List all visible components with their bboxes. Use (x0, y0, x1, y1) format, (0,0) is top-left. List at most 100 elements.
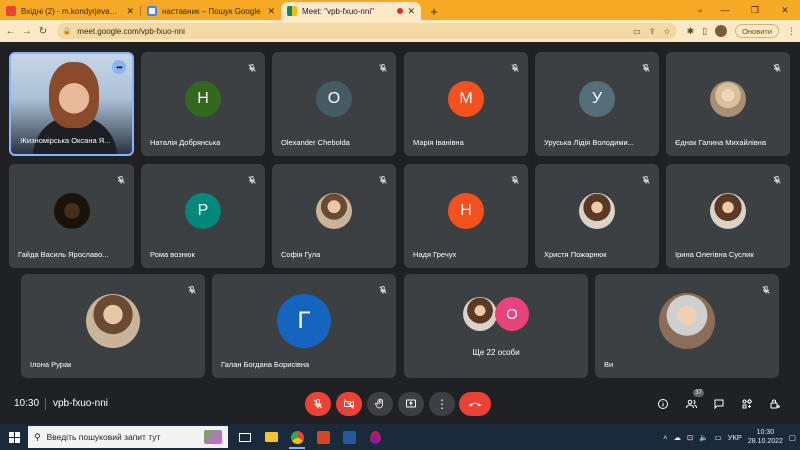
activities-icon (742, 398, 753, 409)
mic-off-icon (116, 172, 126, 184)
chat-button[interactable] (710, 395, 728, 413)
meeting-time: 10:30 (14, 398, 40, 409)
language-indicator[interactable]: УКР (728, 433, 742, 442)
participant-name: Єднак Галина Михайлівна (675, 138, 767, 147)
chrome-icon[interactable] (284, 424, 310, 450)
tab-search-icon[interactable]: ⌄ (696, 4, 704, 15)
hand-icon (375, 398, 383, 409)
participant-tile[interactable]: М Марія Іванівна (404, 52, 528, 156)
participant-photo-avatar (86, 293, 140, 348)
participant-count-badge: 37 (693, 389, 704, 397)
host-controls-button[interactable] (766, 395, 784, 413)
restore-icon[interactable]: ❐ (740, 0, 770, 20)
forward-arrow-icon[interactable]: → (20, 23, 33, 39)
address-bar[interactable]: 🔒 meet.google.com/vpb-fxuo-nni ▭ ⇪ ☆ (56, 23, 677, 39)
participant-name: Христя Пожарнюк (544, 250, 607, 259)
participant-name: Уруська Лідія Володими... (544, 138, 634, 147)
window-close-icon[interactable]: ✕ (770, 0, 800, 20)
vertical-dots-icon: ⋮ (436, 397, 448, 411)
self-video-face (49, 62, 99, 128)
close-icon[interactable]: ✕ (407, 6, 415, 17)
tab-meet[interactable]: Meet: "vpb-fxuo-nni" ✕ (281, 2, 421, 20)
notifications-icon[interactable]: ▢ (789, 433, 796, 442)
participant-tile[interactable]: Н Надя Гречух (404, 164, 528, 268)
participant-tile[interactable]: Гайда Василь Ярославо... (9, 164, 134, 268)
taskbar-clock[interactable]: 10:30 28.10.2022 (748, 428, 783, 446)
share-icon[interactable]: ⇪ (649, 27, 656, 36)
app-drop-icon[interactable] (362, 424, 388, 450)
extensions-icon[interactable]: ✱ (687, 26, 695, 37)
participant-photo-avatar (710, 80, 746, 117)
clock-date: 28.10.2022 (747, 438, 783, 445)
side-panel-icon[interactable]: ▯ (702, 26, 707, 37)
camera-permission-icon[interactable]: ▭ (633, 27, 641, 36)
lock-icon[interactable]: 🔒 (63, 27, 72, 35)
you-tile[interactable]: Ви (595, 274, 779, 378)
chevron-up-icon[interactable]: ˄ (663, 433, 667, 442)
participant-tile[interactable]: Г Галан Богдана Борисівна (212, 274, 396, 378)
bookmark-star-icon[interactable]: ☆ (663, 27, 670, 36)
mic-toggle-button[interactable] (305, 392, 331, 416)
participant-tile[interactable]: Ірина Олегівна Суслик (666, 164, 790, 268)
participant-tile[interactable]: Єднак Галина Михайлівна (666, 52, 790, 156)
file-explorer-icon[interactable] (258, 424, 284, 450)
activities-button[interactable] (738, 395, 756, 413)
self-view-tile[interactable]: ••• Жизномірська Оксана Я... (9, 52, 134, 156)
menu-dots-icon[interactable]: ⋮ (787, 26, 796, 37)
more-options-button[interactable]: ⋮ (429, 392, 455, 416)
participant-initial-avatar: М (448, 80, 484, 117)
raise-hand-button[interactable] (367, 392, 393, 416)
profile-avatar[interactable] (715, 25, 728, 37)
update-button[interactable]: Оновити (735, 24, 780, 38)
new-tab-button[interactable]: + (425, 2, 443, 20)
network-icon[interactable]: ⊡ (687, 433, 693, 442)
recording-indicator-icon (397, 8, 404, 14)
participant-tile[interactable]: Ілона Рурак (21, 274, 205, 378)
others-tile[interactable]: O Ще 22 особи (404, 274, 588, 378)
participant-tile[interactable]: Р Рома вознюк (141, 164, 265, 268)
powerpoint-icon[interactable] (310, 424, 336, 450)
camera-toggle-button[interactable] (336, 392, 362, 416)
more-options-icon[interactable]: ••• (112, 60, 126, 74)
meet-video-grid: ••• Жизномірська Оксана Я... Н Наталія До… (0, 42, 800, 384)
tab-label: Meet: "vpb-fxuo-nni" (302, 6, 374, 16)
volume-icon[interactable]: 🔈 (699, 433, 708, 442)
participant-initial-avatar: Н (448, 192, 484, 229)
system-tray: ˄ ☁ ⊡ 🔈 ▭ УКР 10:30 28.10.2022 ▢ (663, 428, 800, 446)
battery-icon[interactable]: ▭ (715, 433, 722, 442)
participant-tile[interactable]: Христя Пожарнюк (535, 164, 659, 268)
participant-name: Жизномірська Оксана Я... (20, 136, 111, 145)
mic-off-icon (378, 282, 388, 294)
participant-tile[interactable]: Софія Гула (272, 164, 396, 268)
close-icon[interactable]: ✕ (126, 6, 134, 17)
tab-label: Вхідні (2) - m.kondyrjeva@ippo.kubg... (21, 6, 122, 16)
info-icon (658, 399, 668, 409)
people-button[interactable]: 37 (682, 389, 704, 413)
taskbar-search-input[interactable]: ⚲ Введіть пошуковий запит тут (28, 426, 228, 448)
meeting-details-button[interactable] (654, 395, 672, 413)
reload-icon[interactable]: ↻ (36, 23, 49, 39)
minimize-icon[interactable]: — (710, 0, 740, 20)
mic-off-icon (510, 172, 520, 184)
tab-google-search[interactable]: наставник – Пошук Google ✕ (141, 2, 281, 20)
participant-tile[interactable]: Н Наталія Добрянська (141, 52, 265, 156)
word-icon[interactable] (336, 424, 362, 450)
windows-start-icon[interactable] (0, 424, 28, 450)
participant-tile[interactable]: У Уруська Лідія Володими... (535, 52, 659, 156)
participant-tile[interactable]: O Olexander Chebolda (272, 52, 396, 156)
close-icon[interactable]: ✕ (267, 6, 275, 17)
task-view-icon[interactable] (232, 424, 258, 450)
camera-off-icon (344, 399, 354, 409)
search-highlight-icon[interactable] (204, 430, 222, 444)
participant-name: Софія Гула (281, 250, 321, 259)
participant-name: Ілона Рурак (30, 360, 72, 369)
leave-call-button[interactable] (459, 392, 491, 416)
url-text: meet.google.com/vpb-fxuo-nni (77, 26, 185, 36)
browser-tab-strip: Вхідні (2) - m.kondyrjeva@ippo.kubg... ✕… (0, 0, 800, 20)
present-screen-button[interactable] (398, 392, 424, 416)
back-arrow-icon[interactable]: ← (4, 23, 17, 39)
cloud-icon[interactable]: ☁ (673, 433, 681, 442)
mic-off-icon (187, 282, 197, 294)
mic-off-icon (378, 60, 388, 72)
tab-gmail[interactable]: Вхідні (2) - m.kondyrjeva@ippo.kubg... ✕ (0, 2, 140, 20)
